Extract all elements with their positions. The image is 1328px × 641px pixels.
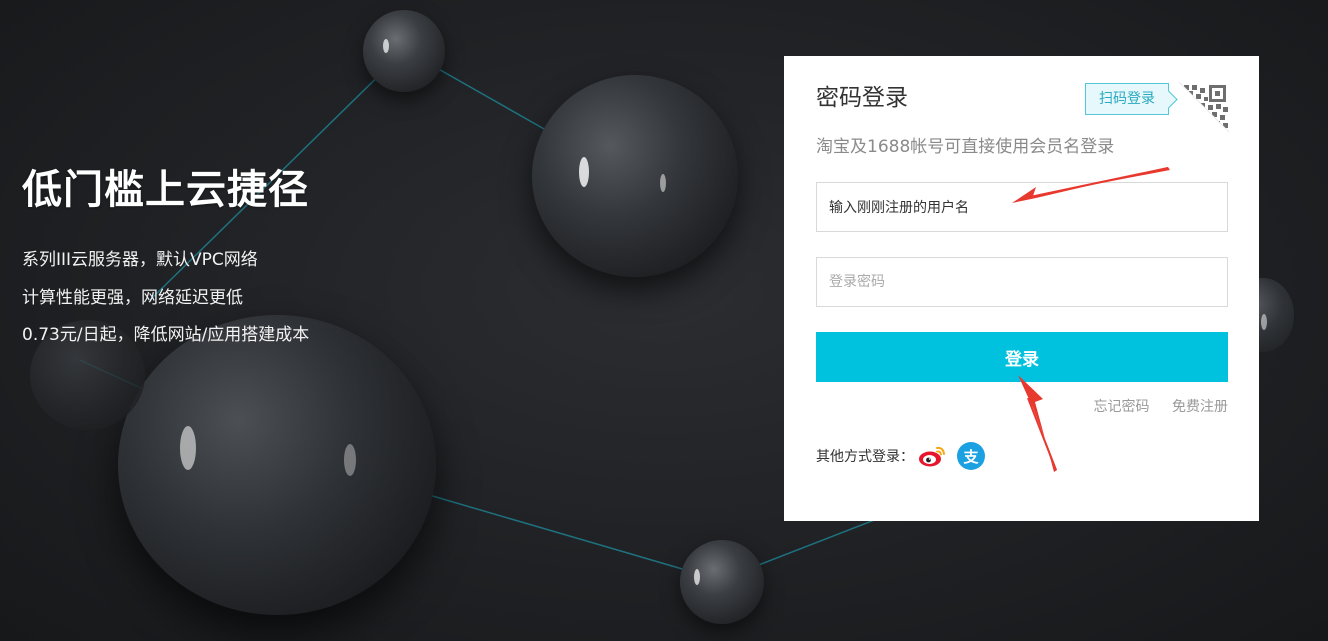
- page-background: 低门槛上云捷径 系列III云服务器，默认VPC网络 计算性能更强，网络延迟更低 …: [0, 0, 1328, 641]
- hero-feature-line: 系列III云服务器，默认VPC网络: [22, 250, 258, 270]
- qr-login-tip[interactable]: 扫码登录: [1085, 83, 1169, 115]
- hero-section: 低门槛上云捷径 系列III云服务器，默认VPC网络 计算性能更强，网络延迟更低 …: [22, 166, 309, 355]
- auxiliary-links: 忘记密码 免费注册: [1076, 396, 1228, 416]
- other-login-label: 其他方式登录：: [816, 449, 914, 465]
- weibo-icon: [919, 446, 945, 467]
- login-title: 密码登录: [816, 85, 908, 111]
- login-subtitle: 淘宝及1688帐号可直接使用会员名登录: [816, 137, 1115, 157]
- alipay-icon: 支: [963, 447, 979, 466]
- alipay-login-button[interactable]: 支: [957, 442, 985, 470]
- login-card: 密码登录 扫码登录 淘宝及1688帐号可直接使用会员名登录 输入刚刚注册的用户名…: [784, 56, 1259, 521]
- weibo-login-button[interactable]: [918, 442, 946, 470]
- other-login-methods: 其他方式登录： 支: [816, 442, 985, 470]
- hero-feature-line: 0.73元/日起，降低网站/应用搭建成本: [22, 325, 310, 345]
- username-input[interactable]: [816, 182, 1228, 232]
- free-register-link[interactable]: 免费注册: [1172, 399, 1228, 415]
- qr-code-icon[interactable]: [1179, 82, 1229, 132]
- login-button[interactable]: 登录: [816, 332, 1228, 382]
- hero-feature-line: 计算性能更强，网络延迟更低: [22, 287, 243, 308]
- password-input[interactable]: [816, 257, 1228, 307]
- forgot-password-link[interactable]: 忘记密码: [1094, 399, 1150, 415]
- hero-title: 低门槛上云捷径: [22, 167, 309, 213]
